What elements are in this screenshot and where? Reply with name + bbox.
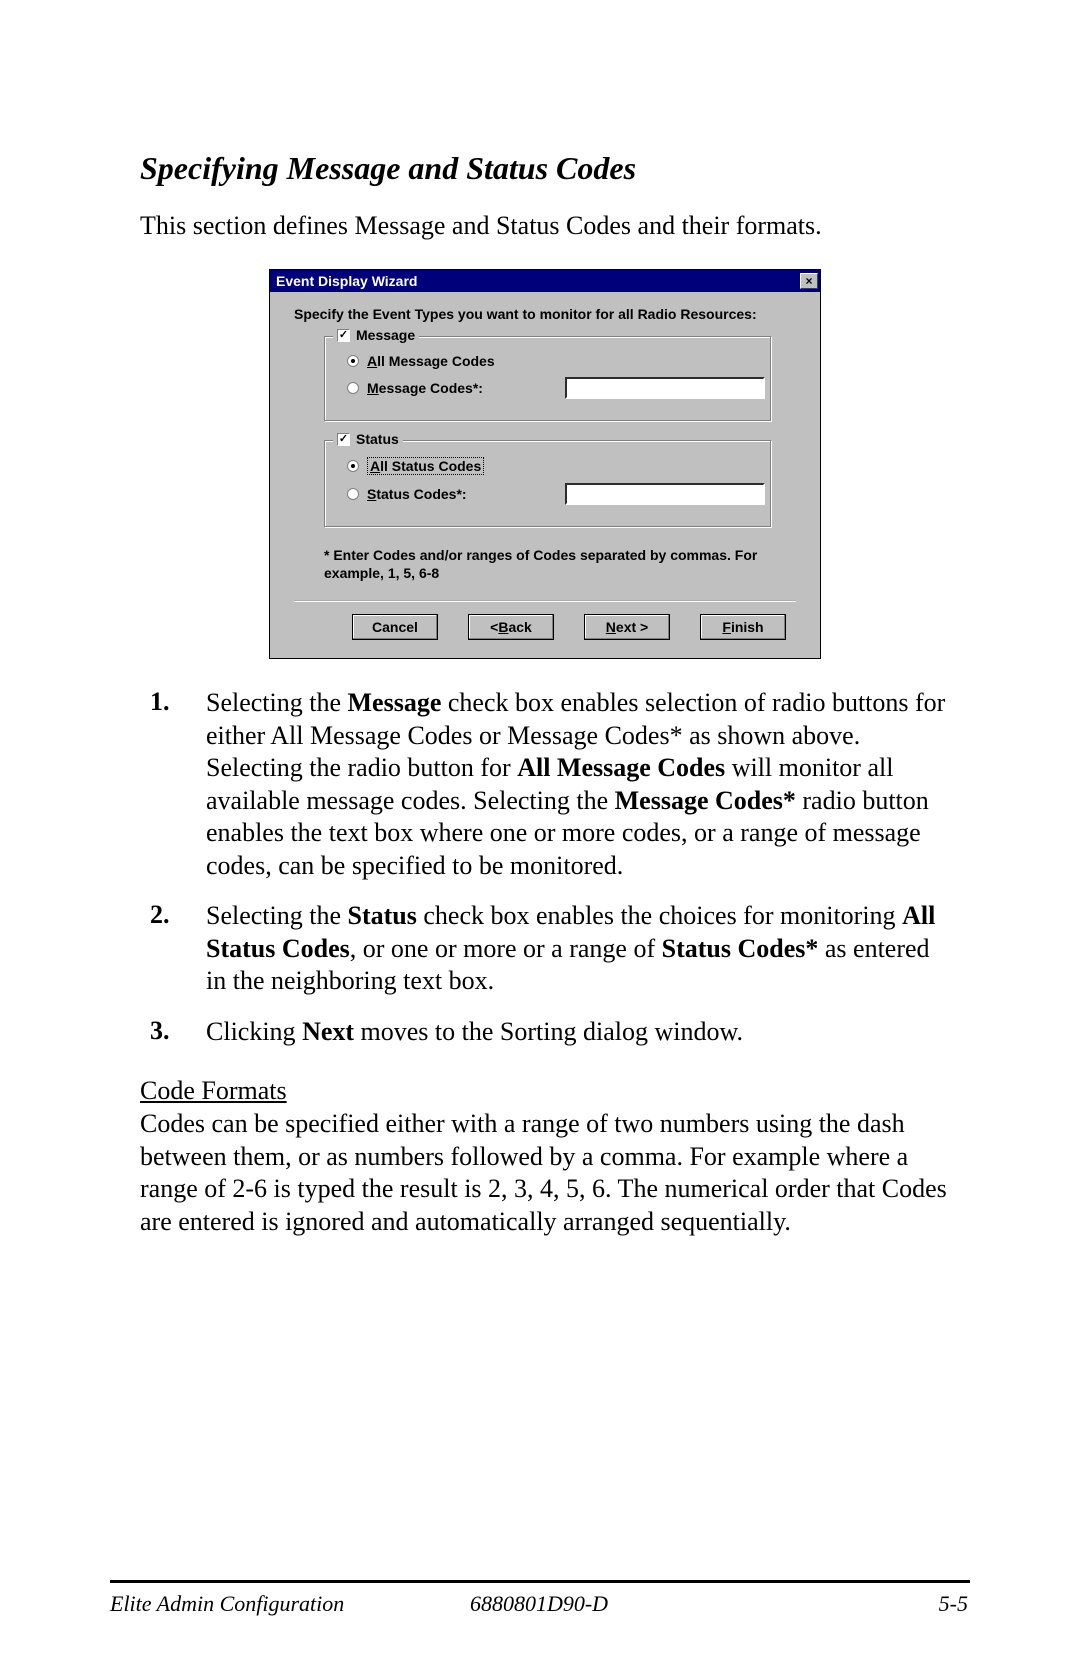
footer-rule xyxy=(110,1580,970,1583)
finish-button[interactable]: Finish xyxy=(700,614,786,640)
step-text: Selecting the Message check box enables … xyxy=(206,687,950,882)
status-groupbox: ✓ Status All Status Codes Status Codes*: xyxy=(324,440,772,528)
status-checkbox[interactable]: ✓ xyxy=(337,433,350,446)
message-codes-input[interactable] xyxy=(565,377,765,399)
step-number: 1. xyxy=(150,687,206,882)
all-status-codes-radio[interactable] xyxy=(347,460,359,472)
close-icon[interactable]: × xyxy=(800,273,818,289)
message-codes-radio[interactable] xyxy=(347,382,359,394)
step-text: Selecting the Status check box enables t… xyxy=(206,900,950,998)
step-text: Clicking Next moves to the Sorting dialo… xyxy=(206,1016,950,1049)
dialog-button-strip: Cancel < Back Next > Finish xyxy=(294,600,796,640)
status-codes-label: Status Codes*: xyxy=(367,486,467,502)
code-formats-body: Codes can be specified either with a ran… xyxy=(140,1108,950,1238)
next-button[interactable]: Next > xyxy=(584,614,670,640)
codes-hint: * Enter Codes and/or ranges of Codes sep… xyxy=(324,546,772,582)
back-button[interactable]: < Back xyxy=(468,614,554,640)
status-codes-radio[interactable] xyxy=(347,488,359,500)
message-codes-label: Message Codes*: xyxy=(367,380,483,396)
status-codes-input[interactable] xyxy=(565,483,765,505)
step-item: 1.Selecting the Message check box enable… xyxy=(150,687,950,882)
cancel-button[interactable]: Cancel xyxy=(352,614,438,640)
section-heading: Specifying Message and Status Codes xyxy=(140,150,950,187)
page-footer: Elite Admin Configuration 6880801D90-D 5… xyxy=(110,1591,968,1617)
dialog-titlebar: Event Display Wizard × xyxy=(270,270,820,292)
all-message-codes-label: All Message Codes xyxy=(367,353,495,369)
intro-text: This section defines Message and Status … xyxy=(140,211,950,241)
code-formats-heading: Code Formats xyxy=(140,1076,950,1106)
step-number: 2. xyxy=(150,900,206,998)
message-checkbox[interactable]: ✓ xyxy=(337,329,350,342)
dialog-title: Event Display Wizard xyxy=(276,273,417,289)
status-legend: Status xyxy=(356,431,399,447)
step-item: 2.Selecting the Status check box enables… xyxy=(150,900,950,998)
all-message-codes-radio[interactable] xyxy=(347,355,359,367)
message-groupbox: ✓ Message All Message Codes Message Code… xyxy=(324,336,772,422)
step-item: 3.Clicking Next moves to the Sorting dia… xyxy=(150,1016,950,1049)
all-status-codes-label: All Status Codes xyxy=(367,457,484,475)
event-display-wizard-dialog: Event Display Wizard × Specify the Event… xyxy=(269,269,821,659)
step-number: 3. xyxy=(150,1016,206,1049)
instruction-steps: 1.Selecting the Message check box enable… xyxy=(150,687,950,1048)
footer-center: 6880801D90-D xyxy=(110,1591,968,1617)
dialog-instruction: Specify the Event Types you want to moni… xyxy=(294,306,796,322)
message-legend: Message xyxy=(356,327,415,343)
